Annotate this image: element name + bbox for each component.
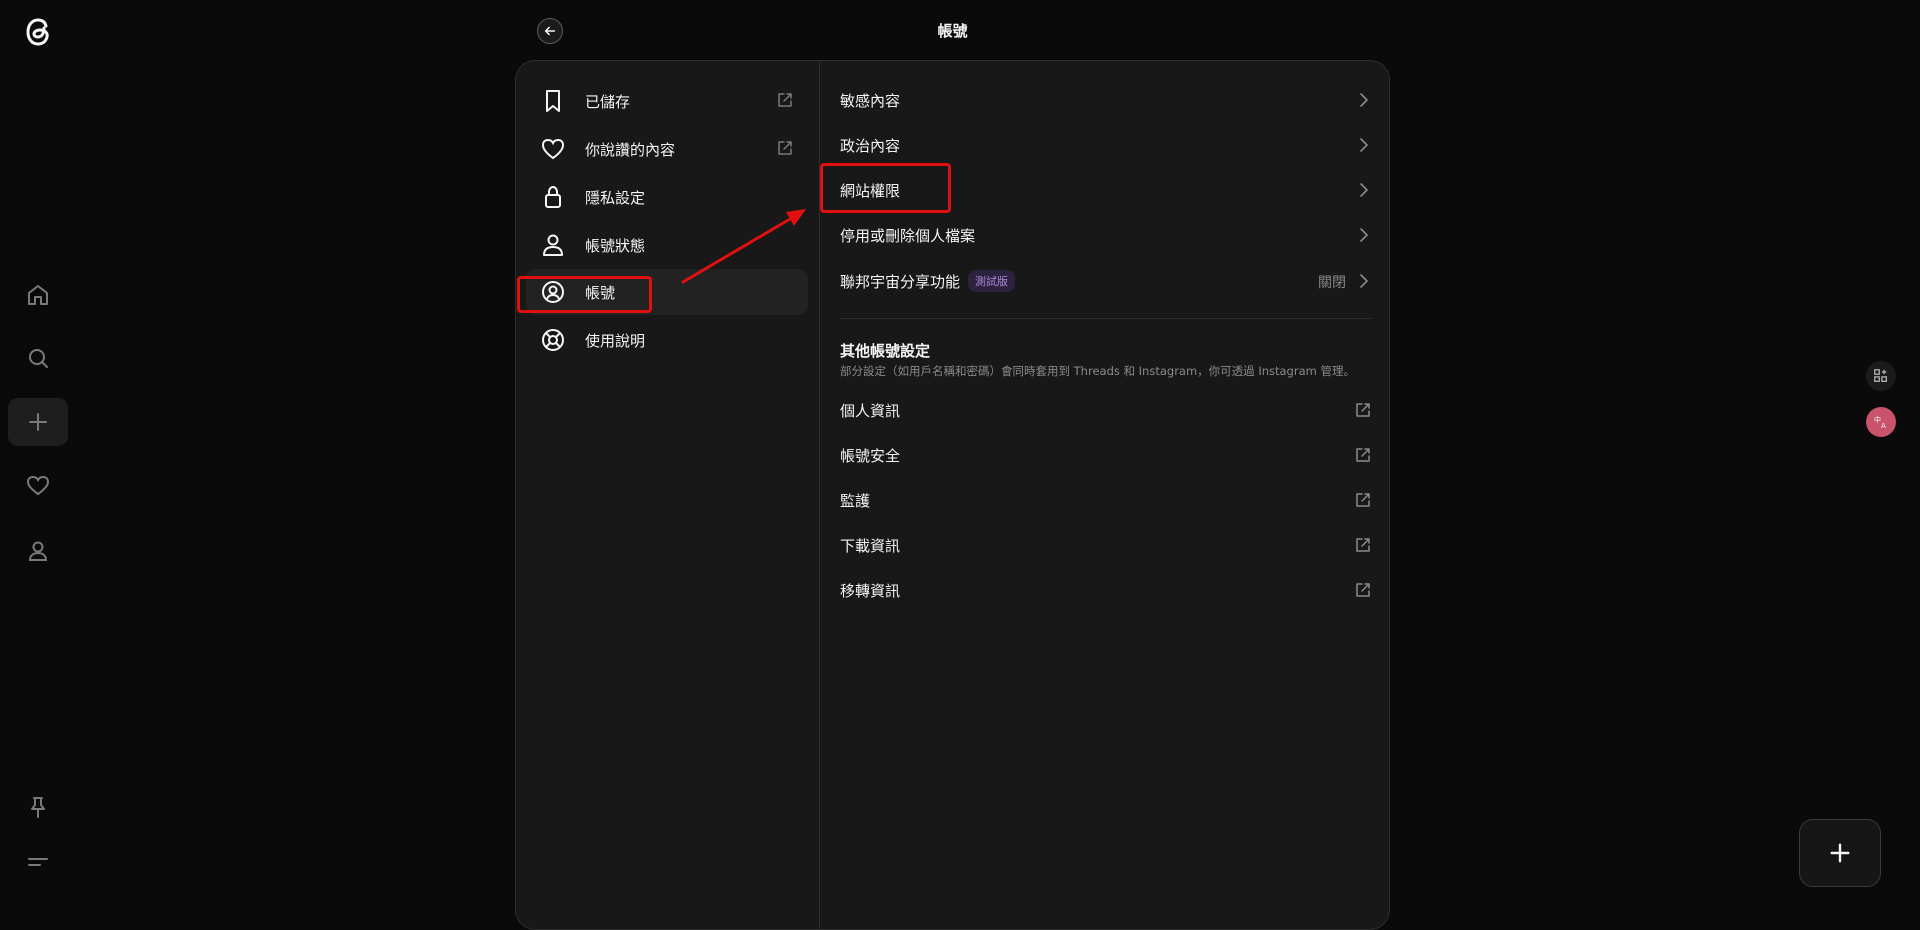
option-label: 政治內容 (840, 136, 901, 155)
nav-rail (0, 0, 76, 911)
section-title: 其他帳號設定 (840, 342, 931, 360)
section-description: 部分設定（如用戶名稱和密碼）會同時套用到 Threads 和 Instagram… (840, 364, 1355, 378)
search-icon[interactable] (8, 334, 68, 382)
pin-icon[interactable] (8, 783, 68, 831)
option-political-content[interactable]: 政治內容 (840, 125, 1372, 165)
menu-item-account-status[interactable]: 帳號狀態 (526, 222, 808, 268)
option-deactivate-delete[interactable]: 停用或刪除個人檔案 (840, 215, 1372, 255)
highlight-box-website-permissions (820, 163, 951, 213)
translate-icon[interactable]: 中A (1866, 407, 1896, 437)
divider (840, 318, 1372, 319)
beta-badge: 測試版 (968, 270, 1016, 292)
option-sensitive-content[interactable]: 敏感內容 (840, 80, 1372, 120)
header: 帳號 (515, 0, 1390, 60)
chevron-right-icon (1360, 183, 1368, 197)
svg-text:中: 中 (1874, 415, 1881, 424)
external-link-icon (1356, 538, 1370, 552)
home-icon[interactable] (8, 271, 68, 319)
heart-icon (541, 138, 565, 160)
option-label: 帳號安全 (840, 446, 901, 465)
plus-icon[interactable] (8, 398, 68, 446)
grid-add-icon[interactable] (1866, 361, 1896, 391)
lifebuoy-icon (542, 329, 564, 351)
fab-plus-icon[interactable] (1799, 819, 1881, 887)
heart-icon[interactable] (8, 462, 68, 510)
external-link-icon (1356, 583, 1370, 597)
external-link-icon (778, 93, 792, 107)
settings-menu: 已儲存 你說讚的內容 隱私設定 帳號狀態 帳號 使用說明 (516, 61, 820, 929)
menu-item-label: 帳號狀態 (585, 236, 646, 255)
menu-item-label: 已儲存 (585, 92, 631, 111)
option-label: 聯邦宇宙分享功能 (840, 272, 961, 291)
option-label: 下載資訊 (840, 536, 901, 555)
menu-item-label: 隱私設定 (585, 188, 646, 207)
svg-text:A: A (1881, 422, 1886, 430)
option-supervision[interactable]: 監護 (840, 480, 1372, 520)
settings-panel: 已儲存 你說讚的內容 隱私設定 帳號狀態 帳號 使用說明 敏感內容 政治內容 網… (515, 60, 1390, 930)
menu-item-help[interactable]: 使用說明 (526, 317, 808, 363)
bookmark-icon (546, 90, 560, 112)
option-transfer-info[interactable]: 移轉資訊 (840, 570, 1372, 610)
option-label: 監護 (840, 491, 871, 510)
external-link-icon (1356, 493, 1370, 507)
threads-logo-icon[interactable] (20, 12, 56, 52)
page-title: 帳號 (937, 22, 968, 40)
option-label: 停用或刪除個人檔案 (840, 226, 976, 245)
external-link-icon (1356, 448, 1370, 462)
menu-item-label: 使用說明 (585, 331, 646, 350)
menu-icon[interactable] (8, 838, 68, 886)
chevron-right-icon (1360, 138, 1368, 152)
menu-item-liked[interactable]: 你說讚的內容 (526, 126, 808, 172)
option-personal-info[interactable]: 個人資訊 (840, 390, 1372, 430)
status-value: 關閉 (1318, 275, 1346, 291)
option-label: 移轉資訊 (840, 581, 901, 600)
option-label: 敏感內容 (840, 91, 901, 110)
option-download-info[interactable]: 下載資訊 (840, 525, 1372, 565)
chevron-right-icon (1360, 93, 1368, 107)
external-link-icon (778, 141, 792, 155)
person-icon (543, 234, 563, 256)
option-fediverse-sharing[interactable]: 聯邦宇宙分享功能 測試版 關閉 (840, 261, 1372, 301)
external-link-icon (1356, 403, 1370, 417)
option-account-security[interactable]: 帳號安全 (840, 435, 1372, 475)
option-label: 個人資訊 (840, 401, 901, 420)
lock-icon (545, 185, 561, 208)
menu-item-label: 你說讚的內容 (585, 140, 676, 159)
highlight-box-account (517, 276, 652, 313)
menu-item-privacy[interactable]: 隱私設定 (526, 174, 808, 220)
profile-icon[interactable] (8, 527, 68, 575)
chevron-right-icon (1360, 228, 1368, 242)
menu-item-saved[interactable]: 已儲存 (526, 78, 808, 124)
chevron-right-icon (1360, 274, 1368, 288)
